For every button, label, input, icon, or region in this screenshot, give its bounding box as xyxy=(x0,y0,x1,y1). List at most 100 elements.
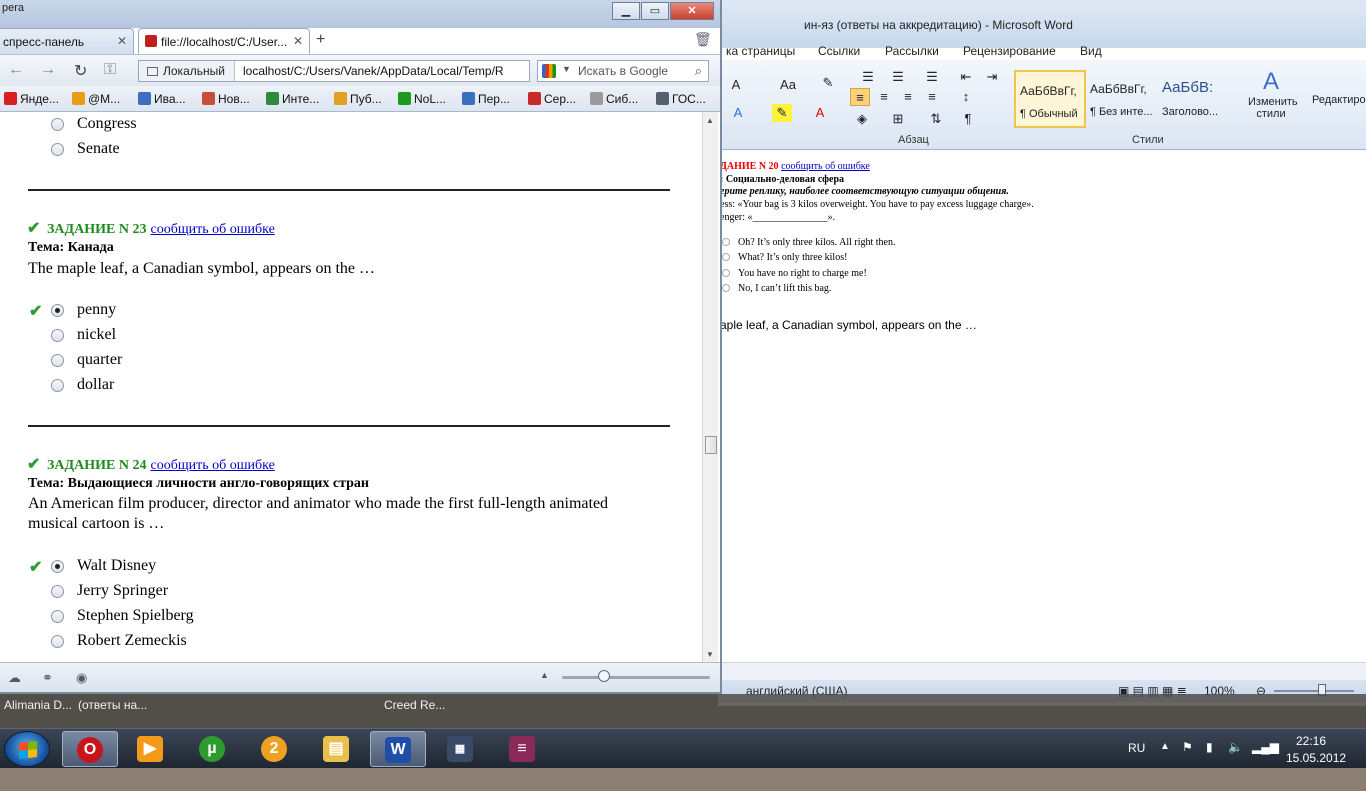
start-button[interactable] xyxy=(4,731,50,767)
taskbar-winrar[interactable]: ≡ xyxy=(494,731,550,767)
justify-icon[interactable]: ≡ xyxy=(922,88,942,106)
keyboard-language[interactable]: RU xyxy=(1128,741,1145,781)
bookmark-item[interactable]: Сиб... xyxy=(590,92,638,106)
report-error-link[interactable]: сообщить об ошибке xyxy=(150,222,274,237)
answer-label[interactable]: Senate xyxy=(77,140,120,158)
bullets-icon[interactable]: ☰ xyxy=(858,68,878,86)
numbering-icon[interactable]: ☰ xyxy=(888,68,908,86)
line-spacing-icon[interactable]: ↕ xyxy=(956,88,976,106)
highlight-icon[interactable]: ✎ xyxy=(772,104,792,122)
align-center-icon[interactable]: ≡ xyxy=(874,88,894,106)
answer-label[interactable]: Robert Zemeckis xyxy=(77,632,187,650)
zoom-menu-icon[interactable]: ▲ xyxy=(540,670,549,680)
scroll-down-icon[interactable]: ▼ xyxy=(706,650,714,659)
bookmark-item[interactable]: Пуб... xyxy=(334,92,382,106)
answer-label[interactable]: Congress xyxy=(77,115,137,133)
zoom-slider-knob[interactable] xyxy=(598,670,610,682)
flag-icon[interactable]: ⚑ xyxy=(1182,740,1193,780)
taskbar-media-player[interactable]: ▶ xyxy=(122,731,178,767)
taskbar-aimp[interactable]: 2 xyxy=(246,731,302,767)
page-vertical-scrollbar[interactable]: ▲ ▼ xyxy=(702,112,718,662)
word-tab-mailings[interactable]: Рассылки xyxy=(885,44,939,58)
bookmark-item[interactable]: Инте... xyxy=(266,92,319,106)
volume-icon[interactable]: 🔈 xyxy=(1228,740,1243,780)
unite-icon[interactable]: ⚭ xyxy=(42,670,53,686)
battery-icon[interactable]: ▮ xyxy=(1206,740,1213,780)
answer-label[interactable]: penny xyxy=(77,301,116,319)
search-box[interactable]: ▼ Искать в Google ⌕ xyxy=(537,60,709,82)
taskbar-explorer[interactable]: ▤ xyxy=(308,731,364,767)
taskbar-word[interactable]: W xyxy=(370,731,426,767)
show-hidden-icons[interactable]: ▲ xyxy=(1160,741,1170,781)
reload-icon[interactable]: ↻ xyxy=(74,61,87,81)
align-right-icon[interactable]: ≡ xyxy=(898,88,918,106)
search-engine-dropdown-icon[interactable]: ▼ xyxy=(562,64,571,74)
bookmark-item[interactable]: Янде... xyxy=(4,92,59,106)
style-no-spacing[interactable]: АаБбВвГг, ¶ Без инте... xyxy=(1086,70,1158,128)
editing-button[interactable]: Редактиров xyxy=(1312,94,1366,106)
bookmark-item[interactable]: ГОС... xyxy=(656,92,706,106)
bookmark-item[interactable]: @M... xyxy=(72,92,120,106)
answer-radio[interactable] xyxy=(51,585,64,598)
doc-report-link[interactable]: сообщить об ошибке xyxy=(781,161,870,172)
cloud-icon[interactable]: ☁ xyxy=(8,670,21,686)
style-heading[interactable]: АаБбВ: Заголово... xyxy=(1158,70,1232,128)
minimize-button[interactable]: ▁ xyxy=(612,2,640,20)
change-case-icon[interactable]: Aa xyxy=(778,76,798,94)
answer-label[interactable]: quarter xyxy=(77,351,122,369)
answer-radio[interactable] xyxy=(51,329,64,342)
scroll-up-icon[interactable]: ▲ xyxy=(706,116,714,125)
report-error-link[interactable]: сообщить об ошибке xyxy=(150,458,274,473)
taskbar-opera[interactable]: O xyxy=(62,731,118,767)
close-tab-icon[interactable]: ✕ xyxy=(117,34,127,48)
answer-label[interactable]: nickel xyxy=(77,326,116,344)
font-grow-icon[interactable]: A xyxy=(726,76,746,94)
answer-radio-selected[interactable] xyxy=(51,304,64,317)
shading-icon[interactable]: ◈ xyxy=(852,110,872,128)
forward-icon[interactable]: → xyxy=(40,61,56,79)
tab-local-file[interactable]: file://localhost/C:/User... ✕ xyxy=(138,28,310,54)
trash-icon[interactable]: 🗑 xyxy=(694,31,712,48)
clear-format-icon[interactable]: ✎ xyxy=(818,74,838,92)
address-security-zone[interactable]: Локальный xyxy=(139,61,235,81)
multilevel-list-icon[interactable]: ☰ xyxy=(922,68,942,86)
scroll-thumb[interactable] xyxy=(705,436,717,454)
bookmark-item[interactable]: Ива... xyxy=(138,92,186,106)
answer-label[interactable]: Walt Disney xyxy=(77,557,156,575)
close-tab-icon[interactable]: ✕ xyxy=(293,34,303,48)
bookmark-item[interactable]: Сер... xyxy=(528,92,576,106)
close-button[interactable]: ✕ xyxy=(670,2,714,20)
clock-date[interactable]: 15.05.2012 xyxy=(1286,751,1346,791)
sort-icon[interactable]: ⇅ xyxy=(926,110,946,128)
answer-label[interactable]: Jerry Springer xyxy=(77,582,168,600)
key-icon[interactable]: ⚿ xyxy=(104,61,116,79)
taskbar-video-editor[interactable]: ▦ xyxy=(432,731,488,767)
tab-speed-dial[interactable]: спресс-панель ✕ xyxy=(0,28,134,54)
zoom-slider-track[interactable] xyxy=(1274,690,1354,692)
address-url[interactable]: localhost/C:/Users/Vanek/AppData/Local/T… xyxy=(243,64,525,78)
increase-indent-icon[interactable]: ⇥ xyxy=(982,68,1002,86)
window-label[interactable]: Creed Re... xyxy=(384,698,445,712)
answer-label[interactable]: Stephen Spielberg xyxy=(77,607,194,625)
turbo-icon[interactable]: ◉ xyxy=(76,670,87,686)
back-icon[interactable]: ← xyxy=(8,61,24,79)
align-left-icon[interactable]: ≡ xyxy=(850,88,870,106)
answer-label[interactable]: dollar xyxy=(77,376,114,394)
window-label[interactable]: Alimania D... xyxy=(4,698,72,712)
style-normal[interactable]: АаБбВвГг, ¶ Обычный xyxy=(1014,70,1086,128)
window-label[interactable]: (ответы на... xyxy=(78,698,147,712)
bookmark-item[interactable]: Нов... xyxy=(202,92,250,106)
new-tab-button[interactable]: + xyxy=(316,31,325,49)
search-icon[interactable]: ⌕ xyxy=(695,63,702,79)
font-color-icon[interactable]: A xyxy=(810,104,830,122)
taskbar-utorrent[interactable]: µ xyxy=(184,731,240,767)
bookmark-item[interactable]: Пер... xyxy=(462,92,510,106)
word-horizontal-scrollbar[interactable] xyxy=(718,662,1366,680)
text-effects-icon[interactable]: A xyxy=(728,104,748,122)
answer-radio-selected[interactable] xyxy=(51,560,64,573)
zoom-slider-track[interactable] xyxy=(562,676,710,679)
answer-radio[interactable] xyxy=(51,118,64,131)
address-bar[interactable]: Локальный localhost/C:/Users/Vanek/AppDa… xyxy=(138,60,530,82)
answer-radio[interactable] xyxy=(51,379,64,392)
word-tab-references[interactable]: Ссылки xyxy=(818,44,860,58)
